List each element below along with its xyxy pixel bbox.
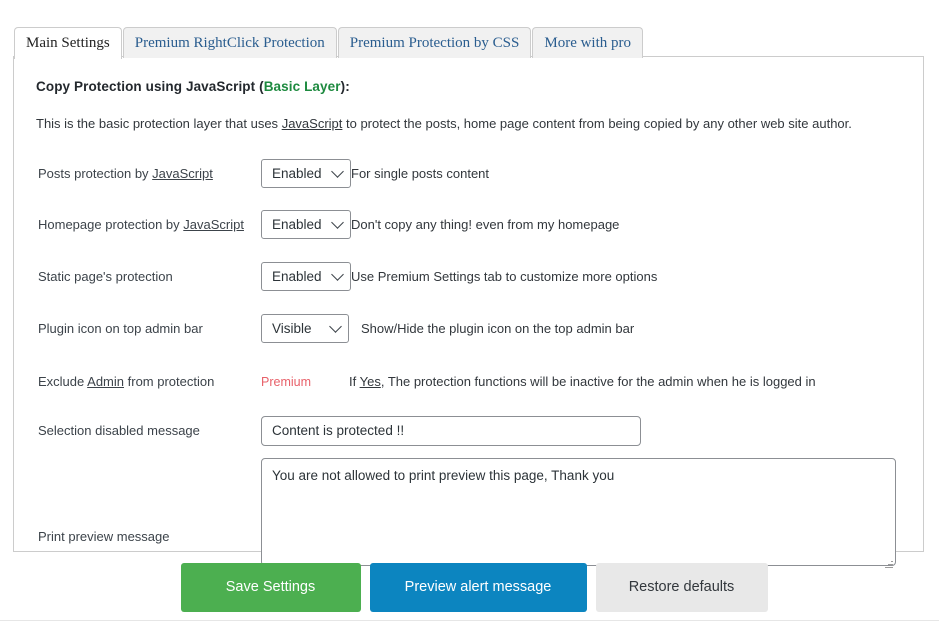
chevron-down-icon (331, 217, 344, 230)
row-static-page-protection: Static page's protection Enabled Use Pre… (36, 262, 901, 291)
print-preview-message-textarea[interactable] (261, 458, 896, 566)
label-exclude-admin-link[interactable]: Admin (87, 374, 124, 389)
hint-exclude-admin-part2: , The protection functions will be inact… (381, 374, 816, 389)
control-print-preview-message (261, 458, 896, 571)
hint-homepage-protection: Don't copy any thing! even from my homep… (351, 217, 619, 232)
tab-main-settings-label: Main Settings (26, 35, 110, 51)
select-homepage-protection[interactable]: Enabled (261, 210, 351, 239)
panel-description-part1: This is the basic protection layer that … (36, 116, 282, 131)
label-selection-disabled-message: Selection disabled message (36, 423, 261, 438)
hint-plugin-icon-admin-bar: Show/Hide the plugin icon on the top adm… (361, 321, 634, 336)
tab-main-settings[interactable]: Main Settings (14, 27, 122, 59)
tab-more-with-pro[interactable]: More with pro (532, 27, 643, 58)
label-static-page-protection: Static page's protection (36, 269, 261, 284)
panel-description-javascript-link[interactable]: JavaScript (282, 116, 343, 131)
row-plugin-icon-admin-bar: Plugin icon on top admin bar Visible Sho… (36, 314, 901, 343)
label-plugin-icon-admin-bar: Plugin icon on top admin bar (36, 321, 261, 336)
hint-exclude-admin-part1: If (349, 374, 360, 389)
row-posts-protection: Posts protection by JavaScript Enabled F… (36, 159, 901, 188)
panel-title-suffix: ): (341, 79, 350, 94)
tab-premium-protection-by-css-label: Premium Protection by CSS (350, 35, 520, 51)
hint-exclude-admin: If Yes, The protection functions will be… (349, 374, 816, 389)
panel-title-prefix: Copy Protection using JavaScript ( (36, 79, 264, 94)
control-homepage-protection: Enabled Don't copy any thing! even from … (261, 210, 619, 239)
label-homepage-protection: Homepage protection by JavaScript (36, 217, 261, 232)
row-print-preview-message: Print preview message (36, 458, 901, 571)
select-static-page-protection-value: Enabled (272, 269, 322, 284)
control-posts-protection: Enabled For single posts content (261, 159, 489, 188)
restore-defaults-button[interactable]: Restore defaults (596, 563, 768, 612)
control-static-page-protection: Enabled Use Premium Settings tab to cust… (261, 262, 657, 291)
select-plugin-icon-admin-bar[interactable]: Visible (261, 314, 349, 343)
settings-panel: Copy Protection using JavaScript (Basic … (13, 56, 924, 552)
chevron-down-icon (331, 269, 344, 282)
control-selection-disabled-message (261, 416, 641, 446)
select-posts-protection-value: Enabled (272, 166, 322, 181)
select-static-page-protection[interactable]: Enabled (261, 262, 351, 291)
row-selection-disabled-message: Selection disabled message (36, 416, 901, 446)
label-posts-protection-part1: Posts protection by (38, 166, 152, 181)
panel-title: Copy Protection using JavaScript (Basic … (36, 79, 901, 94)
select-posts-protection[interactable]: Enabled (261, 159, 351, 188)
tab-premium-rightclick-protection-label: Premium RightClick Protection (135, 35, 325, 51)
bottom-divider (0, 620, 939, 621)
settings-tab-strip: Main Settings Premium RightClick Protect… (14, 27, 644, 57)
select-homepage-protection-value: Enabled (272, 217, 322, 232)
status-badge-premium: Premium (261, 375, 349, 389)
control-exclude-admin: Premium If Yes, The protection functions… (261, 374, 816, 389)
label-exclude-admin-part1: Exclude (38, 374, 87, 389)
label-posts-protection-javascript-link[interactable]: JavaScript (152, 166, 213, 181)
preview-alert-message-button[interactable]: Preview alert message (370, 563, 587, 612)
label-homepage-protection-javascript-link[interactable]: JavaScript (183, 217, 244, 232)
panel-description-part2: to protect the posts, home page content … (342, 116, 851, 131)
control-plugin-icon-admin-bar: Visible Show/Hide the plugin icon on the… (261, 314, 634, 343)
settings-form: Posts protection by JavaScript Enabled F… (36, 159, 901, 571)
row-homepage-protection: Homepage protection by JavaScript Enable… (36, 210, 901, 239)
save-settings-button[interactable]: Save Settings (181, 563, 361, 612)
action-button-bar: Save Settings Preview alert message Rest… (0, 563, 939, 612)
panel-title-highlight: Basic Layer (264, 79, 341, 94)
hint-static-page-protection: Use Premium Settings tab to customize mo… (351, 269, 657, 284)
chevron-down-icon (331, 166, 344, 179)
label-posts-protection: Posts protection by JavaScript (36, 166, 261, 181)
print-preview-message-wrapper (261, 458, 896, 571)
label-homepage-protection-part1: Homepage protection by (38, 217, 183, 232)
row-exclude-admin: Exclude Admin from protection Premium If… (36, 370, 901, 394)
panel-description: This is the basic protection layer that … (36, 116, 901, 133)
tab-premium-rightclick-protection[interactable]: Premium RightClick Protection (123, 27, 337, 58)
tab-more-with-pro-label: More with pro (544, 35, 631, 51)
chevron-down-icon (329, 321, 342, 334)
hint-posts-protection: For single posts content (351, 166, 489, 181)
selection-disabled-message-input[interactable] (261, 416, 641, 446)
label-exclude-admin-part2: from protection (124, 374, 214, 389)
hint-exclude-admin-yes-link[interactable]: Yes (360, 374, 381, 389)
label-exclude-admin: Exclude Admin from protection (36, 374, 261, 389)
select-plugin-icon-admin-bar-value: Visible (272, 321, 312, 336)
label-print-preview-message: Print preview message (36, 485, 261, 544)
tab-premium-protection-by-css[interactable]: Premium Protection by CSS (338, 27, 532, 58)
